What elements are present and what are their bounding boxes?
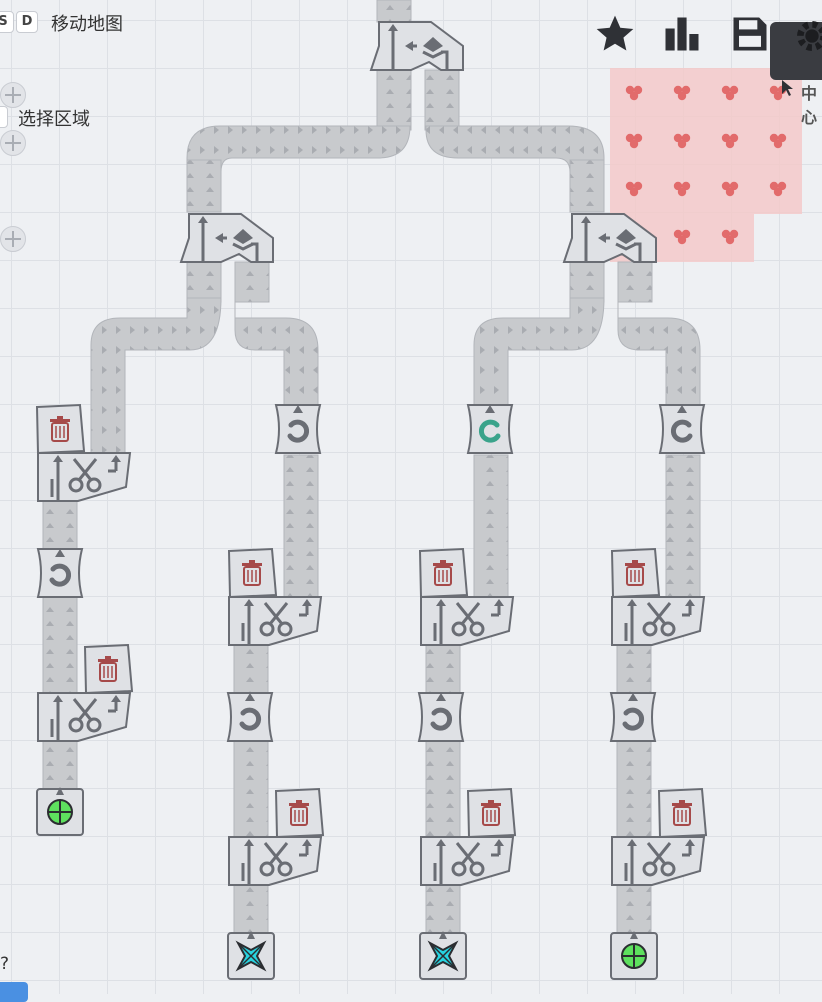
cutter[interactable] xyxy=(611,596,706,646)
extractor-cyan[interactable] xyxy=(227,931,275,980)
green-circle-icon xyxy=(47,799,73,825)
trash-icon xyxy=(242,560,262,586)
key-select xyxy=(0,106,8,128)
rotator[interactable] xyxy=(609,692,657,742)
extractor-cyan[interactable] xyxy=(419,931,467,980)
rotator[interactable] xyxy=(417,692,465,742)
trash-bin[interactable] xyxy=(83,643,134,695)
rotator[interactable] xyxy=(226,692,274,742)
trash-bin[interactable] xyxy=(35,403,86,455)
trash-bin[interactable] xyxy=(227,547,278,599)
trash-icon xyxy=(672,800,692,826)
bottom-left-button[interactable] xyxy=(0,982,28,1002)
trash-icon xyxy=(433,560,453,586)
help-text[interactable]: ? xyxy=(0,954,9,974)
crosshair-icon[interactable] xyxy=(0,82,26,108)
trash-bin[interactable] xyxy=(610,547,661,599)
rotator[interactable] xyxy=(36,548,84,598)
trash-icon xyxy=(289,800,309,826)
crosshair-icon[interactable] xyxy=(0,226,26,252)
trash-icon xyxy=(625,560,645,586)
key-s: S xyxy=(0,11,14,33)
cutter[interactable] xyxy=(37,452,132,502)
gear-icon xyxy=(797,21,822,51)
key-d: D xyxy=(16,11,38,33)
corner-label: 中心 xyxy=(801,84,818,127)
cursor-icon xyxy=(782,80,793,96)
star-icon[interactable] xyxy=(593,12,637,56)
trash-bin[interactable] xyxy=(418,547,469,599)
bar-chart-icon[interactable] xyxy=(660,12,704,56)
trash-bin[interactable] xyxy=(657,787,708,839)
cutter[interactable] xyxy=(611,836,706,886)
cutter[interactable] xyxy=(420,836,515,886)
cutter[interactable] xyxy=(420,596,515,646)
select-area-label: 选择区域 xyxy=(18,109,90,130)
factory-board[interactable] xyxy=(0,0,822,994)
settings-panel[interactable] xyxy=(770,21,822,80)
extractor-green[interactable] xyxy=(36,787,84,836)
rotator[interactable] xyxy=(274,404,322,454)
save-icon[interactable] xyxy=(728,12,772,56)
crosshair-icon[interactable] xyxy=(0,130,26,156)
cutter[interactable] xyxy=(37,692,132,742)
trash-icon xyxy=(50,416,70,442)
rotator-ccw[interactable] xyxy=(658,404,706,454)
green-circle-icon xyxy=(621,943,647,969)
trash-icon xyxy=(98,656,118,682)
cutter[interactable] xyxy=(228,836,323,886)
balancer-left[interactable] xyxy=(179,213,274,263)
belt-network xyxy=(42,0,701,936)
balancer-top[interactable] xyxy=(369,21,464,71)
trash-bin[interactable] xyxy=(274,787,325,839)
trash-icon xyxy=(481,800,501,826)
trash-bin[interactable] xyxy=(466,787,517,839)
rotator-ccw[interactable] xyxy=(466,404,514,454)
extractor-green[interactable] xyxy=(610,931,658,980)
move-map-label: 移动地图 xyxy=(51,14,123,35)
cutter[interactable] xyxy=(228,596,323,646)
